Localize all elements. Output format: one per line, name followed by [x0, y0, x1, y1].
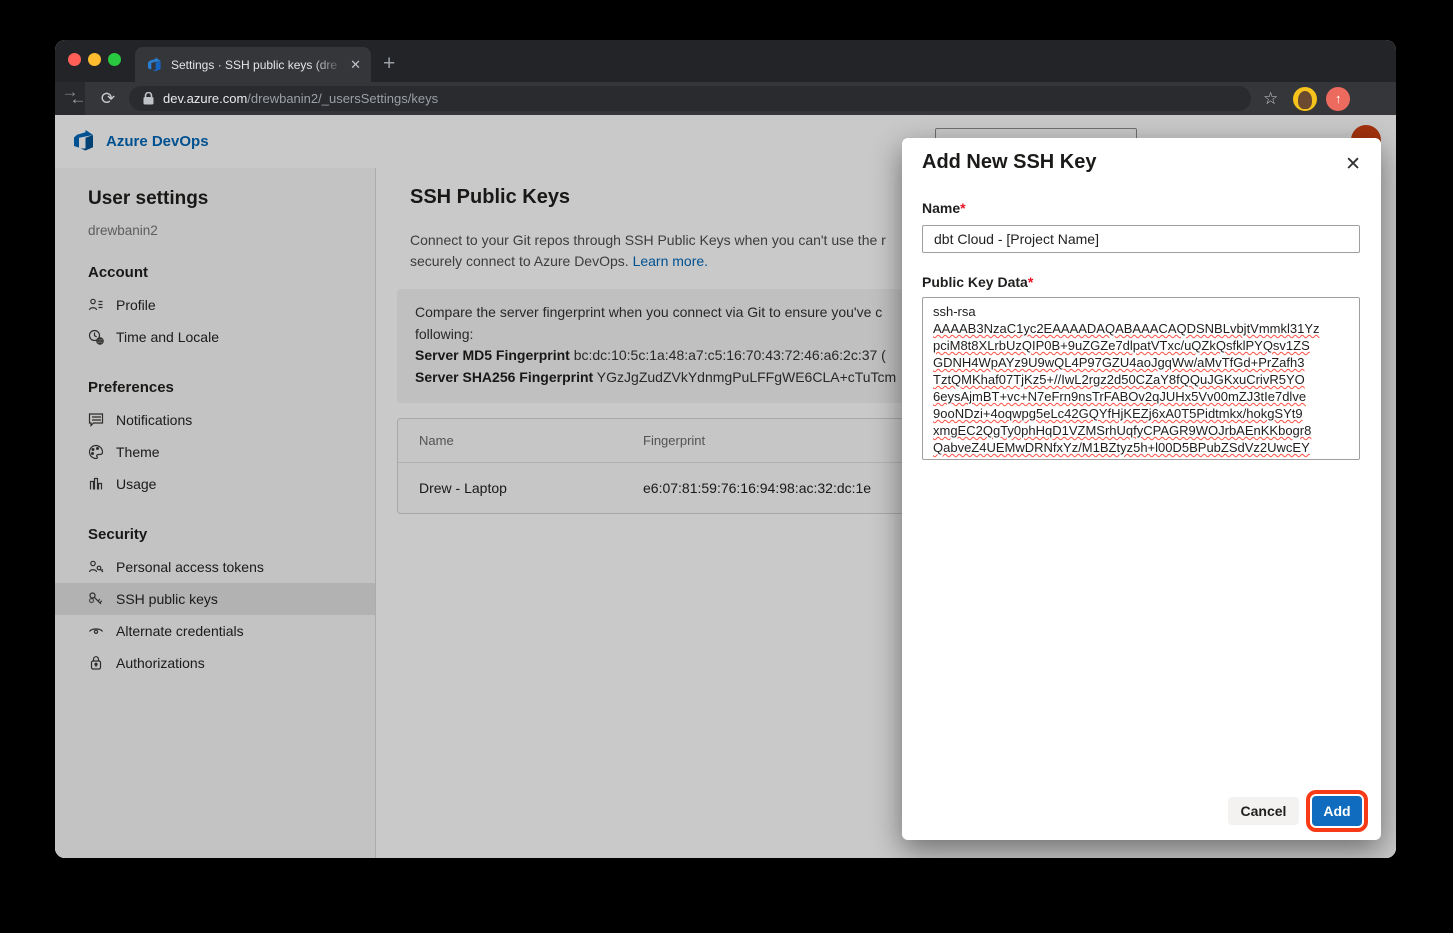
modal-close-icon[interactable]: ✕ [1345, 153, 1361, 176]
required-asterisk: * [960, 200, 965, 216]
key-line: dxuHlth4lR4mG+TY04zF4nBqdkSqLQtE+240O4bE… [933, 456, 1349, 460]
zoom-window-button[interactable] [108, 53, 121, 66]
key-line: xmgEC2QgTy0phHqD1VZMSrhUqfyCPAGR9WOJrbAE… [933, 422, 1349, 439]
public-key-field-label: Public Key Data* [922, 274, 1033, 290]
minimize-window-button[interactable] [88, 53, 101, 66]
key-line: pciM8t8XLrbUzQIP0B+9uZGZe7dlpatVTxc/uQZk… [933, 337, 1349, 354]
browser-update-icon[interactable]: ↑ [1326, 87, 1350, 111]
url-path: /drewbanin2/_usersSettings/keys [247, 91, 438, 106]
browser-profile-avatar[interactable] [1293, 87, 1317, 111]
reload-icon[interactable]: ⟳ [93, 89, 123, 109]
add-button[interactable]: Add [1312, 796, 1362, 826]
bookmark-star-icon[interactable]: ☆ [1263, 89, 1278, 109]
key-line: 6eysAjmBT+vc+N7eFrn9nsTrFABOv2qJUHx5Vv00… [933, 388, 1349, 405]
key-line: GDNH4WpAYz9U9wQL4P97GZU4aoJgqWw/aMvTfGd+… [933, 354, 1349, 371]
lock-icon [143, 92, 154, 105]
tab-title: Settings · SSH public keys (dre [171, 58, 344, 72]
public-key-label-text: Public Key Data [922, 274, 1028, 290]
url-domain: dev.azure.com [163, 91, 247, 106]
name-label-text: Name [922, 200, 960, 216]
browser-window: Settings · SSH public keys (dre ✕ + ← → … [55, 40, 1396, 858]
new-tab-button[interactable]: + [383, 50, 395, 78]
browser-tab-bar: Settings · SSH public keys (dre ✕ + [55, 40, 1396, 82]
tab-close-icon[interactable]: ✕ [350, 57, 361, 73]
modal-title: Add New SSH Key [922, 151, 1096, 174]
azure-devops-favicon [147, 57, 163, 73]
close-window-button[interactable] [68, 53, 81, 66]
address-bar[interactable]: dev.azure.com/drewbanin2/_usersSettings/… [129, 86, 1251, 111]
browser-toolbar: ← → ⟳ dev.azure.com/drewbanin2/_usersSet… [55, 82, 1396, 115]
forward-icon[interactable]: → [55, 82, 85, 115]
cancel-button[interactable]: Cancel [1228, 797, 1299, 825]
active-browser-tab[interactable]: Settings · SSH public keys (dre ✕ [135, 47, 371, 82]
key-line: ssh-rsa [933, 303, 1349, 320]
key-line: TztQMKhaf07TjKz5+//IwL2rgz2d50CZaY8fQQuJ… [933, 371, 1349, 388]
name-input[interactable] [922, 225, 1360, 253]
macos-traffic-lights [68, 53, 121, 66]
key-line: AAAAB3NzaC1yc2EAAAADAQABAAACAQDSNBLvbjtV… [933, 320, 1349, 337]
required-asterisk: * [1028, 274, 1033, 290]
add-ssh-key-modal: Add New SSH Key ✕ Name* Public Key Data*… [902, 138, 1381, 840]
key-line: QabveZ4UEMwDRNfxYz/M1BZtyz5h+l00D5BPubZS… [933, 439, 1349, 456]
name-field-label: Name* [922, 200, 966, 216]
key-line: 9ooNDzi+4oqwpg5eLc42GQYfHjKEZj6xA0T5Pidt… [933, 405, 1349, 422]
public-key-textarea[interactable]: ssh-rsa AAAAB3NzaC1yc2EAAAADAQABAAACAQDS… [922, 297, 1360, 460]
